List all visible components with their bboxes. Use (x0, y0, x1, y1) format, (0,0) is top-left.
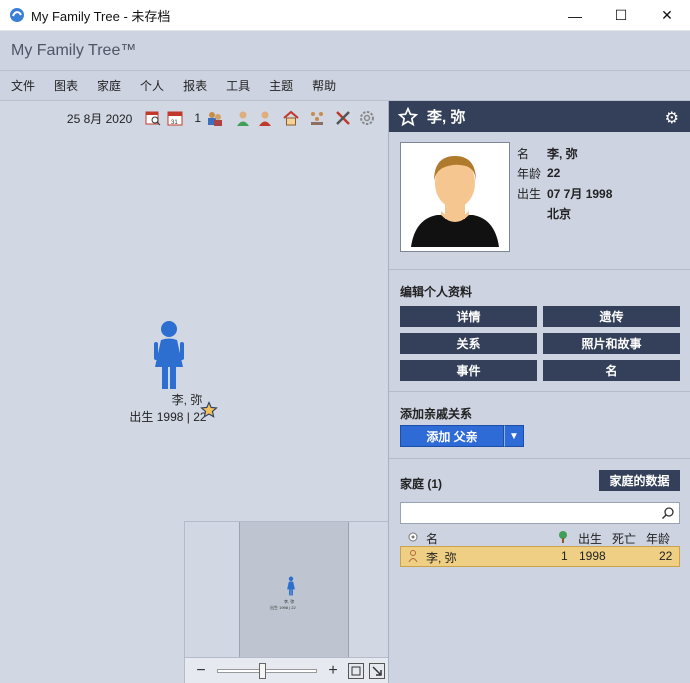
person-row-icon (408, 550, 418, 565)
col-header-death[interactable]: 死亡 (612, 530, 636, 547)
minimap-viewport[interactable]: 李, 弥 出生 1998 | 22 (239, 522, 349, 657)
expand-arrow-icon[interactable] (369, 663, 385, 679)
calendar-icon[interactable]: 31 (166, 109, 184, 127)
relations-button[interactable]: 关系 (400, 333, 537, 354)
edit-buttons: 详情 遗传 关系 照片和故事 事件 名 (400, 306, 680, 381)
svg-text:31: 31 (171, 120, 178, 126)
menu-family[interactable]: 家庭 (97, 77, 121, 94)
family-table-row[interactable]: 李, 弥 1 1998 22 (400, 546, 680, 567)
tools-icon[interactable] (334, 109, 352, 127)
favorite-star-icon[interactable] (398, 106, 418, 127)
window-title: My Family Tree - 未存档 (31, 8, 171, 24)
family-search-input[interactable] (400, 502, 680, 524)
names-button[interactable]: 名 (543, 360, 680, 381)
add-father-button[interactable]: 添加 父亲 (400, 425, 504, 447)
fact-value: 北京 (547, 206, 572, 221)
family-title: 家庭 (1) (400, 477, 443, 491)
family-data-button[interactable]: 家庭的数据 (599, 470, 680, 491)
col-header-age[interactable]: 年龄 (646, 530, 670, 547)
col-header-birth[interactable]: 出生 (578, 530, 602, 547)
fact-row-place: 北京 (517, 203, 612, 223)
fact-value: 07 7月 1998 (547, 186, 613, 201)
female-person-icon[interactable] (234, 109, 252, 127)
menu-theme[interactable]: 主题 (269, 77, 293, 94)
row-name: 李, 弥 (426, 551, 457, 565)
generation-count: 1 (194, 111, 201, 125)
row-generation: 1 (561, 549, 568, 563)
minimap-person-label: 李, 弥 出生 1998 | 22 (270, 599, 296, 611)
fact-row-name: 名 李, 弥 (517, 143, 612, 163)
zoom-bar: − + (185, 657, 389, 683)
fact-key: 出生 (517, 186, 542, 201)
add-relative-title: 添加亲戚关系 (400, 407, 473, 421)
person-photo[interactable] (400, 142, 510, 252)
minimap[interactable]: 李, 弥 出生 1998 | 22 − + (184, 521, 389, 683)
fact-value: 22 (547, 166, 561, 180)
settings-gear-icon[interactable] (358, 109, 376, 127)
star-icon[interactable] (200, 401, 218, 419)
zoom-in-button[interactable]: + (323, 662, 343, 680)
photos-stories-button[interactable]: 照片和故事 (543, 333, 680, 354)
chart-toolbar: 25 8月 2020 31 1 (67, 108, 376, 128)
minimap-person-meta: 出生 1998 | 22 (270, 605, 296, 610)
person-silhouette-icon (411, 156, 499, 247)
divider (389, 269, 690, 270)
row-birth: 1998 (579, 549, 606, 563)
search-icon[interactable] (661, 506, 675, 520)
menu-tools[interactable]: 工具 (226, 77, 250, 94)
zoom-slider-thumb[interactable] (259, 663, 266, 679)
tree-canvas[interactable]: 25 8月 2020 31 1 李, 弥 出生 1998 | 22 李, 弥 出… (0, 101, 389, 683)
events-button[interactable]: 事件 (400, 360, 537, 381)
menu-reports[interactable]: 报表 (183, 77, 207, 94)
minimize-button[interactable]: — (552, 0, 598, 31)
fit-screen-icon[interactable] (348, 663, 364, 679)
app-brand: My Family Tree™ (11, 42, 137, 59)
maximize-button[interactable]: ☐ (598, 0, 644, 31)
zoom-slider[interactable] (217, 663, 317, 679)
app-header: My Family Tree™ (0, 31, 690, 71)
select-all-radio-icon[interactable] (408, 531, 418, 545)
edit-profile-title: 编辑个人资料 (400, 285, 473, 299)
calendar-search-icon[interactable] (144, 109, 162, 127)
menu-bar: 文件 图表 家庭 个人 报表 工具 主题 帮助 (0, 71, 690, 101)
family-table-header: 名 出生 死亡 年龄 (400, 528, 680, 546)
col-header-name[interactable]: 名 (426, 530, 438, 547)
fact-key: 名 (517, 146, 530, 161)
female-figure-icon (154, 321, 184, 389)
menu-help[interactable]: 帮助 (312, 77, 336, 94)
fact-row-birth: 出生 07 7月 1998 (517, 183, 612, 203)
person-panel: 李, 弥 ⚙ 名 李, 弥 年龄 22 出生 07 7月 1998 北京 编辑个… (388, 101, 690, 683)
fact-key: 年龄 (517, 166, 542, 181)
zoom-out-button[interactable]: − (191, 662, 211, 680)
fact-row-age: 年龄 22 (517, 163, 612, 183)
family-group-icon[interactable] (308, 109, 326, 127)
home-icon[interactable] (282, 109, 300, 127)
person-facts: 名 李, 弥 年龄 22 出生 07 7月 1998 北京 (517, 143, 612, 223)
app-logo-icon (10, 8, 24, 22)
menu-chart[interactable]: 图表 (54, 77, 78, 94)
row-age: 22 (659, 549, 673, 563)
genetics-button[interactable]: 遗传 (543, 306, 680, 327)
title-bar: My Family Tree - 未存档 — ☐ ✕ (0, 0, 690, 31)
menu-file[interactable]: 文件 (11, 77, 35, 94)
close-button[interactable]: ✕ (644, 0, 690, 31)
divider (389, 458, 690, 459)
fact-value: 李, 弥 (547, 146, 578, 161)
panel-person-name: 李, 弥 (427, 109, 466, 126)
mini-female-figure-icon (287, 576, 295, 596)
male-person-icon[interactable] (256, 109, 274, 127)
generations-icon[interactable] (206, 109, 224, 127)
divider (389, 391, 690, 392)
tree-icon (558, 531, 568, 546)
details-button[interactable]: 详情 (400, 306, 537, 327)
chevron-down-icon[interactable]: ▼ (504, 425, 524, 447)
panel-header: 李, 弥 ⚙ (389, 101, 690, 132)
panel-gear-icon[interactable]: ⚙ (665, 108, 679, 128)
add-relative-split-button: 添加 父亲 ▼ (400, 425, 524, 447)
current-date: 25 8月 2020 (66, 111, 133, 126)
menu-person[interactable]: 个人 (140, 77, 164, 94)
